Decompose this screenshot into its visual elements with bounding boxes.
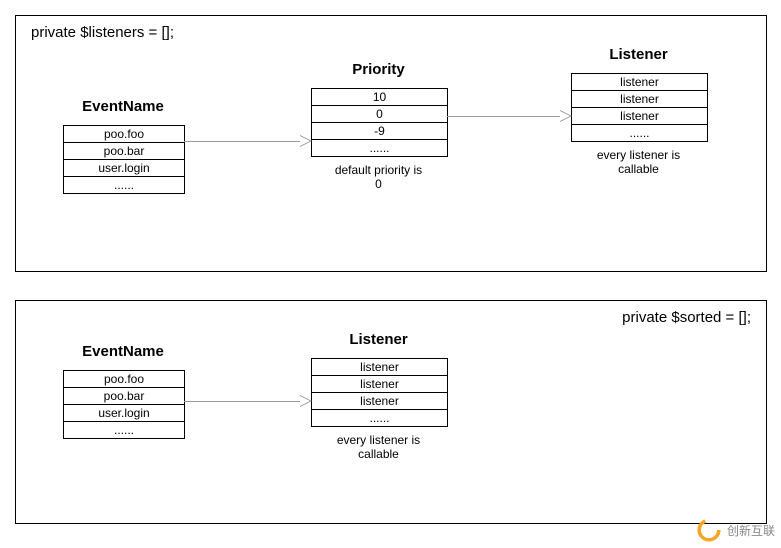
panel-listeners: private $listeners = []; EventName poo.f…	[15, 15, 767, 272]
panel-listeners-title: private $listeners = [];	[31, 24, 174, 41]
listener-heading-1: Listener	[571, 46, 706, 63]
priority-table: 10 0 -9 ......	[311, 88, 448, 157]
panel-sorted: private $sorted = []; EventName poo.foo …	[15, 300, 767, 524]
listener-block-2: Listener listener listener listener ....…	[311, 331, 446, 461]
listener-note-1-line1: every listener is	[597, 148, 680, 162]
priority-heading: Priority	[311, 61, 446, 78]
arrow-head-icon	[300, 135, 312, 147]
table-row: -9	[312, 123, 447, 140]
listener-note-2-line1: every listener is	[337, 433, 420, 447]
listener-block-1: Listener listener listener listener ....…	[571, 46, 706, 176]
priority-note-line1: default priority is	[335, 163, 422, 177]
table-row: ......	[312, 410, 447, 427]
table-row: user.login	[64, 160, 184, 177]
priority-note-line2: 0	[375, 177, 382, 191]
watermark-text: 创新互联	[727, 522, 775, 539]
table-row: listener	[312, 376, 447, 393]
listener-heading-2: Listener	[311, 331, 446, 348]
table-row: listener	[312, 393, 447, 410]
table-row: ......	[312, 140, 447, 157]
logo-icon	[695, 516, 723, 544]
listener-note-1: every listener is callable	[571, 148, 706, 176]
table-row: listener	[312, 359, 447, 376]
table-row: poo.foo	[64, 371, 184, 388]
watermark: 创新互联	[695, 516, 775, 544]
table-row: ......	[64, 177, 184, 194]
table-row: 0	[312, 106, 447, 123]
table-row: user.login	[64, 405, 184, 422]
event-name-block-2: EventName poo.foo poo.bar user.login ...…	[63, 343, 183, 439]
event-name-heading-1: EventName	[63, 98, 183, 115]
table-row: poo.bar	[64, 388, 184, 405]
event-name-table-1: poo.foo poo.bar user.login ......	[63, 125, 185, 194]
arrow-event-to-priority	[184, 141, 300, 142]
table-row: poo.foo	[64, 126, 184, 143]
panel-sorted-title: private $sorted = [];	[622, 309, 751, 326]
listener-table-1: listener listener listener ......	[571, 73, 708, 142]
table-row: listener	[572, 74, 707, 91]
event-name-heading-2: EventName	[63, 343, 183, 360]
listener-table-2: listener listener listener ......	[311, 358, 448, 427]
table-row: 10	[312, 89, 447, 106]
diagram-canvas: { "panel1": { "title": "private $listene…	[0, 0, 781, 548]
arrow-head-icon	[560, 110, 572, 122]
priority-block: Priority 10 0 -9 ...... default priority…	[311, 61, 446, 191]
table-row: listener	[572, 91, 707, 108]
arrow-priority-to-listener	[447, 116, 560, 117]
arrow-head-icon	[300, 395, 312, 407]
event-name-block-1: EventName poo.foo poo.bar user.login ...…	[63, 98, 183, 194]
table-row: listener	[572, 108, 707, 125]
priority-note: default priority is 0	[311, 163, 446, 191]
listener-note-1-line2: callable	[618, 162, 659, 176]
table-row: ......	[572, 125, 707, 142]
listener-note-2: every listener is callable	[311, 433, 446, 461]
table-row: ......	[64, 422, 184, 439]
event-name-table-2: poo.foo poo.bar user.login ......	[63, 370, 185, 439]
table-row: poo.bar	[64, 143, 184, 160]
arrow-event-to-listener	[184, 401, 300, 402]
listener-note-2-line2: callable	[358, 447, 399, 461]
